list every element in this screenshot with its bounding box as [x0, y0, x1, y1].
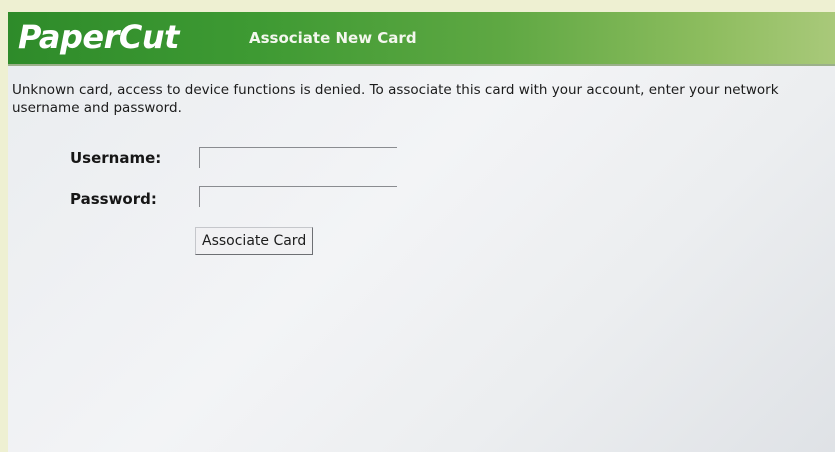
username-field[interactable]: [199, 147, 397, 168]
password-label: Password:: [70, 190, 157, 208]
header-bar: PaperCut Associate New Card: [8, 12, 835, 66]
papercut-logo: PaperCut: [18, 18, 179, 56]
info-message: Unknown card, access to device functions…: [12, 82, 779, 116]
device-frame: PaperCut Associate New Card Unknown card…: [0, 0, 835, 452]
device-screen: PaperCut Associate New Card Unknown card…: [8, 12, 835, 452]
page-title: Associate New Card: [249, 29, 417, 47]
password-field[interactable]: [199, 186, 397, 207]
username-label: Username:: [70, 149, 162, 167]
associate-card-button[interactable]: Associate Card: [195, 227, 314, 255]
